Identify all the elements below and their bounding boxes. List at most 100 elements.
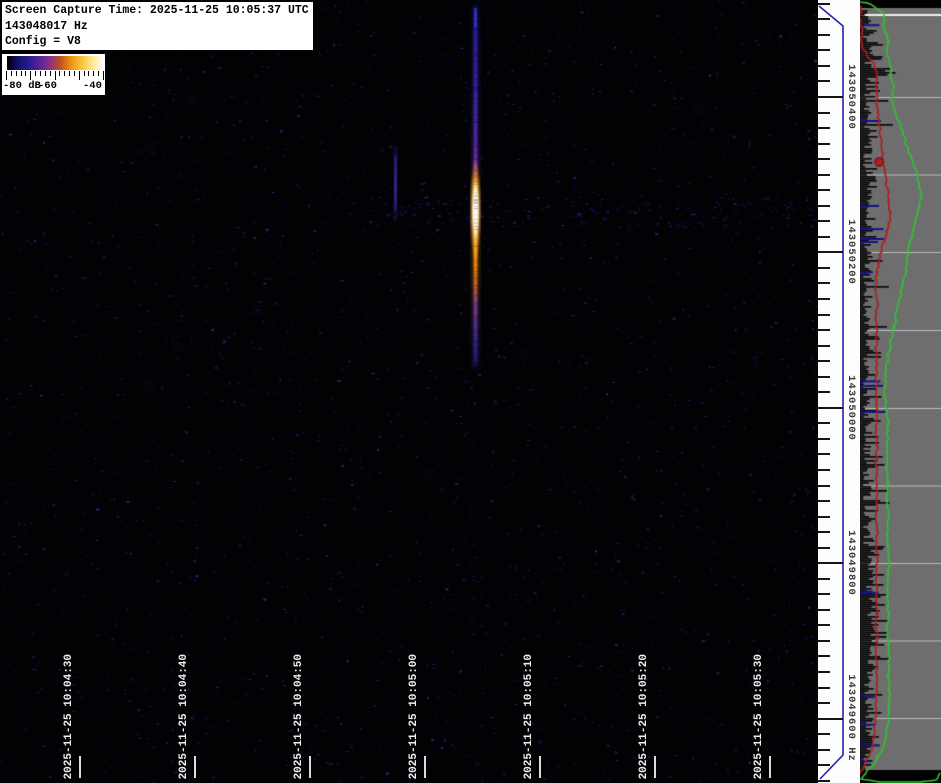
frequency-minor-tick <box>818 267 830 269</box>
frequency-minor-tick <box>818 687 830 689</box>
time-label: 2025-11-25 10:04:40 <box>178 654 190 779</box>
time-label: 2025-11-25 10:05:20 <box>638 654 650 779</box>
frequency-minor-tick <box>818 282 830 284</box>
colorbar-tick <box>16 71 17 76</box>
frequency-minor-tick <box>818 749 830 751</box>
colorbar-tick <box>79 71 80 80</box>
time-tick <box>194 756 196 778</box>
frequency-major-tick <box>818 96 843 98</box>
frequency-label: 143050000 <box>845 375 857 441</box>
capture-time-text: Screen Capture Time: 2025-11-25 10:05:37… <box>5 3 310 19</box>
colorbar-tick <box>21 71 22 76</box>
colorbar-label: -80 dB <box>3 80 41 92</box>
frequency-minor-tick <box>818 733 830 735</box>
colorbar-tick <box>11 71 12 76</box>
frequency-minor-tick <box>818 485 830 487</box>
colorbar: -80 dB -60 -40 <box>2 54 105 95</box>
colorbar-tick <box>50 71 51 76</box>
frequency-minor-tick <box>818 220 830 222</box>
frequency-minor-tick <box>818 360 830 362</box>
colorbar-labels: -80 dB -60 -40 <box>2 80 105 94</box>
capture-config-text: Config = V8 <box>5 34 310 50</box>
colorbar-tick <box>69 71 70 76</box>
frequency-minor-tick <box>818 298 830 300</box>
frequency-major-tick <box>818 718 843 720</box>
frequency-minor-tick <box>818 593 830 595</box>
colorbar-tick <box>103 71 104 80</box>
frequency-minor-tick <box>818 49 830 51</box>
time-label: 2025-11-25 10:04:50 <box>293 654 305 779</box>
colorbar-tick <box>93 71 94 76</box>
frequency-label: 143050200 <box>845 219 857 285</box>
time-label: 2025-11-25 10:04:30 <box>63 654 75 779</box>
frequency-minor-tick <box>818 671 830 673</box>
frequency-label: 143049600 Hz <box>845 674 857 762</box>
colorbar-tick <box>74 71 75 76</box>
frequency-minor-tick <box>818 34 830 36</box>
capture-frequency-text: 143048017 Hz <box>5 19 310 35</box>
frequency-minor-tick <box>818 780 830 782</box>
frequency-minor-tick <box>818 516 830 518</box>
app-screen: Screen Capture Time: 2025-11-25 10:05:37… <box>0 0 941 783</box>
time-tick <box>539 756 541 778</box>
time-tick <box>654 756 656 778</box>
frequency-major-tick <box>818 562 843 564</box>
colorbar-tick <box>88 71 89 76</box>
frequency-minor-tick <box>818 391 830 393</box>
frequency-minor-tick <box>818 422 830 424</box>
frequency-minor-tick <box>818 65 830 67</box>
frequency-minor-tick <box>818 329 830 331</box>
frequency-minor-tick <box>818 376 830 378</box>
time-label: 2025-11-25 10:05:30 <box>753 654 765 779</box>
colorbar-tick <box>25 71 26 76</box>
frequency-minor-tick <box>818 453 830 455</box>
colorbar-tick <box>98 71 99 76</box>
frequency-major-tick <box>818 251 843 253</box>
frequency-label: 143049800 <box>845 530 857 596</box>
time-label: 2025-11-25 10:05:10 <box>523 654 535 779</box>
frequency-minor-tick <box>818 18 830 20</box>
frequency-minor-tick <box>818 236 830 238</box>
frequency-minor-tick <box>818 189 830 191</box>
frequency-minor-tick <box>818 127 830 129</box>
frequency-minor-tick <box>818 764 830 766</box>
colorbar-tick <box>59 71 60 76</box>
colorbar-gradient <box>7 56 103 70</box>
capture-info-box: Screen Capture Time: 2025-11-25 10:05:37… <box>2 2 313 50</box>
colorbar-tick <box>30 71 31 80</box>
frequency-minor-tick <box>818 547 830 549</box>
time-tick <box>769 756 771 778</box>
colorbar-tick <box>64 71 65 76</box>
colorbar-tick <box>45 71 46 76</box>
frequency-minor-tick <box>818 578 830 580</box>
frequency-minor-tick <box>818 469 830 471</box>
time-tick <box>424 756 426 778</box>
colorbar-tick <box>40 71 41 76</box>
colorbar-tick <box>55 71 56 80</box>
spectrum-panel[interactable] <box>860 0 941 783</box>
frequency-minor-tick <box>818 143 830 145</box>
frequency-minor-tick <box>818 3 830 5</box>
colorbar-tick <box>6 71 7 80</box>
frequency-minor-tick <box>818 702 830 704</box>
frequency-minor-tick <box>818 640 830 642</box>
frequency-axis[interactable]: 143050400 143050200 143050000 143049800 1430… <box>818 0 860 783</box>
frequency-minor-tick <box>818 112 830 114</box>
frequency-minor-tick <box>818 174 830 176</box>
frequency-label: 143050400 <box>845 64 857 130</box>
frequency-minor-tick <box>818 531 830 533</box>
frequency-minor-tick <box>818 438 830 440</box>
frequency-minor-tick <box>818 655 830 657</box>
time-tick <box>309 756 311 778</box>
colorbar-tick <box>84 71 85 76</box>
time-label: 2025-11-25 10:05:00 <box>408 654 420 779</box>
frequency-minor-tick <box>818 314 830 316</box>
frequency-minor-tick <box>818 158 830 160</box>
colorbar-label: -60 <box>38 80 57 92</box>
frequency-minor-tick <box>818 80 830 82</box>
colorbar-label: -40 <box>83 80 102 92</box>
time-tick <box>79 756 81 778</box>
frequency-minor-tick <box>818 624 830 626</box>
colorbar-tick <box>35 71 36 76</box>
frequency-minor-tick <box>818 205 830 207</box>
